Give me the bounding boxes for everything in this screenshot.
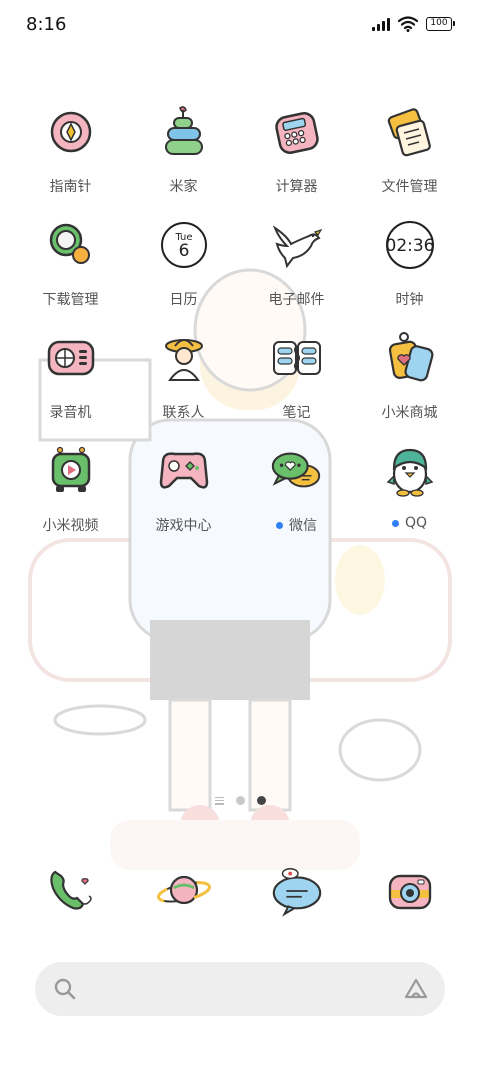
app-mi-store[interactable]: 小米商城	[353, 326, 466, 439]
app-label-text: 游戏中心	[155, 518, 212, 534]
app-label-text: 日历	[169, 292, 198, 308]
app-label-text: 计算器	[275, 179, 318, 195]
home-screen: 8:16 100 指南针 米家 计算器 文件管理 下载管理 Tue 6 日历 电…	[0, 0, 480, 1066]
mijia-icon	[156, 104, 212, 160]
page-indicator[interactable]	[0, 796, 480, 805]
app-label-text: 米家	[169, 179, 198, 195]
signal-icon	[372, 17, 390, 31]
recorder-icon	[43, 330, 99, 386]
app-label: 联系人	[163, 402, 205, 422]
messages-icon	[269, 862, 325, 918]
wechat-icon	[269, 443, 325, 499]
status-icons: 100	[372, 16, 455, 32]
status-time: 8:16	[26, 14, 67, 35]
app-file-manager[interactable]: 文件管理	[353, 100, 466, 213]
app-mi-video[interactable]: 小米视频	[14, 439, 127, 552]
page-dot-active[interactable]	[256, 796, 266, 805]
app-mijia[interactable]: 米家	[127, 100, 240, 213]
app-label: 录音机	[50, 402, 92, 422]
app-clock[interactable]: 02:36 时钟	[353, 213, 466, 326]
app-label: 微信	[276, 515, 317, 535]
app-label: 电子邮件	[269, 289, 325, 309]
minus-one-screen-indicator[interactable]	[214, 796, 224, 805]
app-label-text: 微信	[289, 518, 317, 534]
notification-badge	[276, 521, 283, 529]
compass-icon	[43, 104, 99, 160]
mi-video-icon	[43, 443, 99, 499]
calendar-icon: Tue 6	[156, 217, 212, 273]
app-game-center[interactable]: 游戏中心	[127, 439, 240, 552]
dock-phone[interactable]	[14, 862, 127, 918]
app-label: 指南针	[50, 176, 92, 196]
download-manager-icon	[43, 217, 99, 273]
app-wechat[interactable]: 微信	[240, 439, 353, 552]
dock-messages[interactable]	[240, 862, 353, 918]
app-label: 下载管理	[43, 289, 99, 309]
app-label: QQ	[391, 515, 428, 531]
app-label: 游戏中心	[156, 515, 212, 535]
mi-store-icon	[382, 330, 438, 386]
app-label-text: 小米商城	[381, 405, 438, 421]
clock-time: 02:36	[385, 236, 434, 256]
app-label: 时钟	[396, 289, 424, 309]
app-label-text: 下载管理	[42, 292, 99, 308]
app-calendar[interactable]: Tue 6 日历	[127, 213, 240, 326]
app-download-manager[interactable]: 下载管理	[14, 213, 127, 326]
search-icon[interactable]	[53, 977, 77, 1001]
app-label-text: 电子邮件	[268, 292, 325, 308]
app-label-text: 时钟	[395, 292, 424, 308]
game-center-icon	[156, 443, 212, 499]
app-label: 小米商城	[382, 402, 438, 422]
calendar-day-number: 6	[178, 241, 189, 261]
app-label-text: 联系人	[162, 405, 205, 421]
assistant-icon[interactable]	[403, 977, 429, 1001]
wifi-icon	[398, 16, 418, 32]
contacts-icon	[156, 330, 212, 386]
clock-icon: 02:36	[382, 217, 438, 273]
qq-penguin-icon	[382, 443, 438, 499]
calculator-icon	[269, 104, 325, 160]
app-label: 日历	[170, 289, 198, 309]
app-email[interactable]: 电子邮件	[240, 213, 353, 326]
app-label-text: 文件管理	[381, 179, 438, 195]
app-label: 小米视频	[43, 515, 99, 535]
app-label: 计算器	[276, 176, 318, 196]
app-notes[interactable]: 笔记	[240, 326, 353, 439]
app-label: 米家	[170, 176, 198, 196]
phone-icon	[43, 862, 99, 918]
app-label: 笔记	[283, 402, 311, 422]
file-manager-icon	[382, 104, 438, 160]
app-label-text: 录音机	[49, 405, 92, 421]
browser-planet-icon	[156, 862, 212, 918]
notes-icon	[269, 330, 325, 386]
email-bird-icon	[269, 217, 325, 273]
search-bar[interactable]	[35, 962, 445, 1016]
dock	[14, 862, 466, 918]
app-compass[interactable]: 指南针	[14, 100, 127, 213]
app-label: 文件管理	[382, 176, 438, 196]
app-qq[interactable]: QQ	[353, 439, 466, 552]
status-bar: 8:16 100	[0, 0, 480, 50]
dock-browser[interactable]	[127, 862, 240, 918]
camera-icon	[382, 862, 438, 918]
app-label-text: 指南针	[49, 179, 92, 195]
app-label-text: 笔记	[282, 405, 311, 421]
app-calculator[interactable]: 计算器	[240, 100, 353, 213]
app-label-text: 小米视频	[42, 518, 99, 534]
app-grid: 指南针 米家 计算器 文件管理 下载管理 Tue 6 日历 电子邮件 02:36…	[14, 100, 466, 552]
battery-icon: 100	[426, 17, 455, 31]
dock-camera[interactable]	[353, 862, 466, 918]
app-label-text: QQ	[404, 515, 428, 531]
page-dot[interactable]	[235, 796, 245, 805]
app-contacts[interactable]: 联系人	[127, 326, 240, 439]
app-recorder[interactable]: 录音机	[14, 326, 127, 439]
notification-badge	[391, 519, 399, 527]
